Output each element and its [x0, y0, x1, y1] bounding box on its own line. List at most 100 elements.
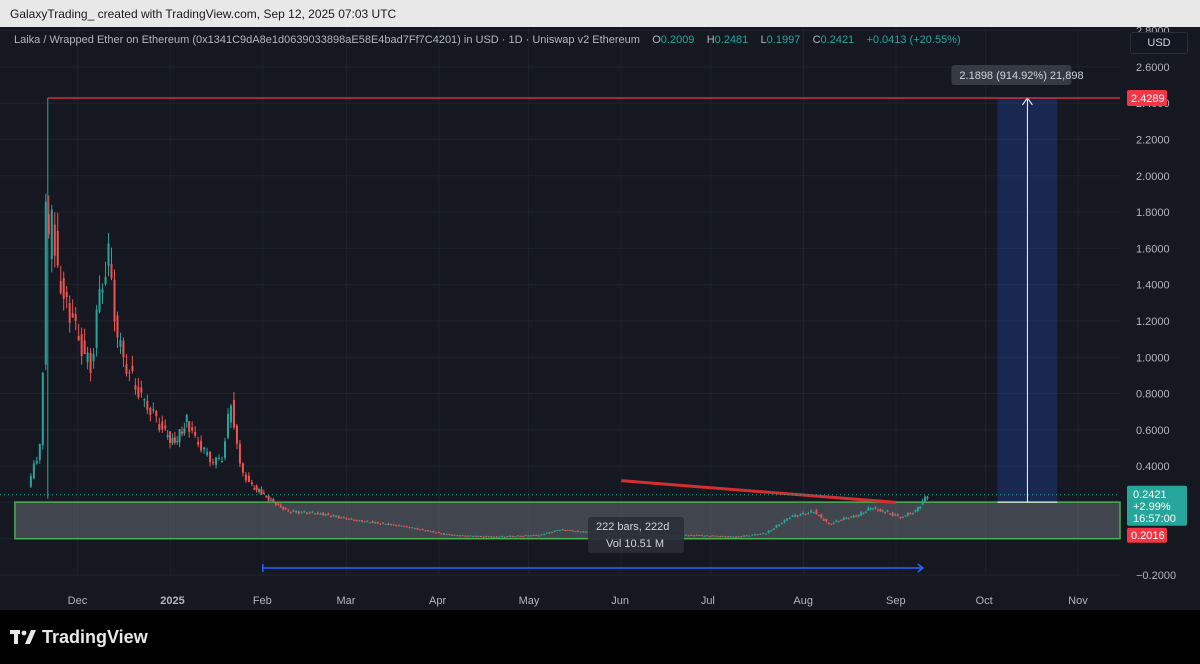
grid [0, 27, 1120, 576]
candle-body [59, 281, 62, 293]
y-tick-label: 2.2000 [1136, 135, 1170, 147]
candle-body [421, 529, 424, 531]
candle-body [282, 507, 285, 510]
candle-body [250, 482, 253, 485]
candle-body [206, 452, 209, 456]
candle-body [221, 461, 224, 463]
x-tick-label: Feb [253, 595, 272, 607]
candle-body [864, 511, 867, 513]
candle-body [464, 535, 467, 537]
chart-area[interactable]: 2.80002.60002.40002.20002.00001.80001.60… [0, 27, 1200, 610]
candle-body [458, 535, 461, 537]
x-tick-label: Nov [1068, 595, 1088, 607]
candle-body [530, 535, 533, 537]
candle-body [921, 500, 924, 505]
candle-body [387, 523, 390, 525]
candle-body [772, 528, 775, 530]
candle-body [909, 513, 912, 515]
candle-body [551, 531, 554, 533]
candle-body [390, 524, 393, 526]
candle-body [134, 385, 137, 390]
candle-body [308, 512, 311, 514]
candle-body [511, 536, 514, 538]
candle-body [284, 507, 287, 509]
candle-body [95, 309, 98, 348]
candle-body [65, 292, 68, 298]
candle-body [125, 364, 128, 375]
candle-body [780, 523, 783, 525]
candle-body [469, 535, 472, 537]
candle-body [171, 438, 174, 443]
candle-body [891, 512, 894, 516]
attribution-bar: GalaxyTrading_ created with TradingView.… [0, 0, 1200, 27]
candle-body [152, 409, 155, 411]
candle-body [571, 530, 574, 532]
candle-body [137, 386, 140, 398]
candle-body [183, 428, 186, 434]
candle-body [543, 534, 546, 536]
candle-body [161, 421, 164, 430]
candle-body [348, 518, 351, 520]
x-tick-label: Mar [336, 595, 355, 607]
candle-body [713, 535, 716, 537]
candle-body [62, 277, 65, 299]
candle-body [332, 514, 335, 516]
candle-body [287, 510, 290, 512]
currency-button[interactable]: USD [1130, 32, 1188, 54]
candle-body [289, 512, 292, 514]
candle-body [756, 534, 759, 536]
close-value: 0.2421 [820, 34, 855, 46]
candle-body [472, 535, 475, 537]
candle-body [445, 534, 448, 536]
candle-body [461, 535, 464, 537]
candle-body [335, 516, 338, 518]
candle-body [340, 517, 343, 519]
change-value: +0.0413 (+20.55%) [866, 34, 961, 46]
price-chart[interactable]: 2.80002.60002.40002.20002.00001.80001.60… [0, 27, 1200, 610]
candle-body [384, 524, 387, 526]
candle-body [516, 535, 519, 537]
candle-body [879, 509, 882, 511]
y-tick-label: 0.6000 [1136, 425, 1170, 437]
last-price-text: 0.2421 [1133, 489, 1167, 501]
candle-body [116, 315, 119, 338]
candle-body [432, 531, 435, 533]
candle-body [98, 288, 101, 312]
candle-body [361, 520, 364, 522]
candle-body [238, 443, 241, 464]
candle-body [802, 512, 805, 515]
candle-body [830, 523, 833, 525]
x-tick-label: Dec [68, 595, 88, 607]
candle-body [140, 387, 143, 393]
candle-body [881, 510, 884, 512]
candle-body [901, 517, 904, 519]
y-tick-label: 2.6000 [1136, 62, 1170, 74]
candles [29, 193, 929, 538]
candle-body [519, 535, 522, 537]
candle-body [392, 524, 395, 526]
candle-body [874, 507, 877, 509]
candle-body [566, 529, 569, 531]
candle-body [247, 475, 250, 482]
measure-label-text: 2.1898 (914.92%) 21,898 [959, 70, 1083, 82]
tradingview-logo[interactable]: TradingView [10, 626, 148, 648]
candle-body [292, 510, 295, 512]
candle-body [92, 353, 95, 362]
candle-body [363, 521, 366, 523]
candle-body [408, 527, 411, 529]
y-tick-label: 1.8000 [1136, 207, 1170, 219]
candle-body [303, 511, 306, 513]
candle-body [110, 263, 113, 279]
symbol-title: Laika / Wrapped Ether on Ethereum (0x134… [14, 34, 640, 46]
x-tick-label: Sep [886, 595, 906, 607]
candle-body [376, 522, 379, 524]
candle-body [904, 515, 907, 517]
candle-body [783, 519, 786, 523]
y-tick-label: 0.8000 [1136, 389, 1170, 401]
high-value: 0.2481 [714, 34, 749, 46]
candle-body [477, 536, 480, 538]
candle-body [178, 429, 181, 443]
candle-body [327, 513, 330, 516]
brand-name: TradingView [42, 626, 148, 647]
candle-body [553, 530, 556, 533]
